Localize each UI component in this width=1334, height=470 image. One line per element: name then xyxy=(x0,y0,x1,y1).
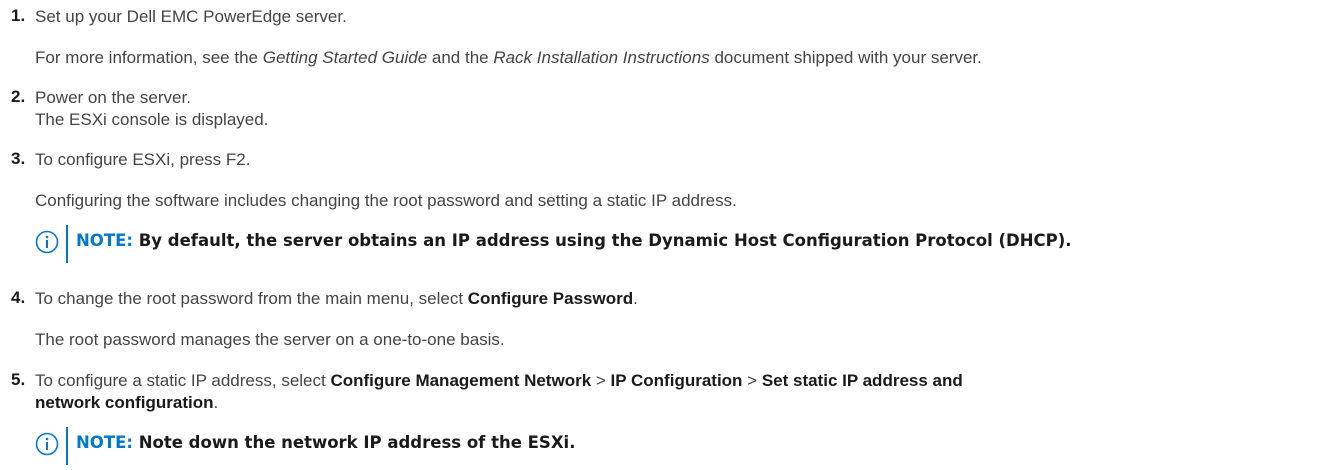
getting-started-guide-ref: Getting Started Guide xyxy=(262,48,428,67)
step-3-text: To configure ESXi, press F2. xyxy=(35,150,251,169)
step-4-text: To change the root password from the mai… xyxy=(35,289,638,308)
step-3-number: 3. xyxy=(11,149,26,168)
step-5-number: 5. xyxy=(11,370,26,389)
step-3-info: Configuring the software includes changi… xyxy=(35,191,737,210)
step-5-text: To configure a static IP address, select… xyxy=(35,371,963,390)
note-divider xyxy=(66,225,68,263)
note-esxi-ip-text: NOTE: Note down the network IP address o… xyxy=(76,433,576,452)
note-dhcp-text: NOTE: By default, the server obtains an … xyxy=(76,231,1072,250)
configure-password-ref: Configure Password xyxy=(467,289,634,308)
step-2-text: Power on the server. xyxy=(35,88,191,107)
step-1-info: For more information, see the Getting St… xyxy=(35,48,982,67)
note-label: NOTE: xyxy=(76,231,133,250)
note-divider xyxy=(66,427,68,465)
step-5-text-cont: network configuration. xyxy=(35,393,219,412)
step-2-number: 2. xyxy=(11,87,26,106)
configure-management-network-ref: Configure Management Network xyxy=(330,371,592,390)
set-static-ip-ref: Set static IP address and xyxy=(761,371,963,390)
step-4-info: The root password manages the server on … xyxy=(35,330,505,349)
note-label: NOTE: xyxy=(76,433,133,452)
step-1-number: 1. xyxy=(11,6,26,25)
rack-installation-ref: Rack Installation Instructions xyxy=(493,48,710,67)
step-2-result: The ESXi console is displayed. xyxy=(35,110,269,129)
step-1-text: Set up your Dell EMC PowerEdge server. xyxy=(35,7,347,26)
step-4-number: 4. xyxy=(11,288,26,307)
procedure-steps: 1. Set up your Dell EMC PowerEdge server… xyxy=(0,0,1334,470)
info-icon xyxy=(35,432,59,456)
ip-configuration-ref: IP Configuration xyxy=(610,371,743,390)
network-configuration-ref: network configuration xyxy=(35,393,214,412)
info-icon xyxy=(35,230,59,254)
